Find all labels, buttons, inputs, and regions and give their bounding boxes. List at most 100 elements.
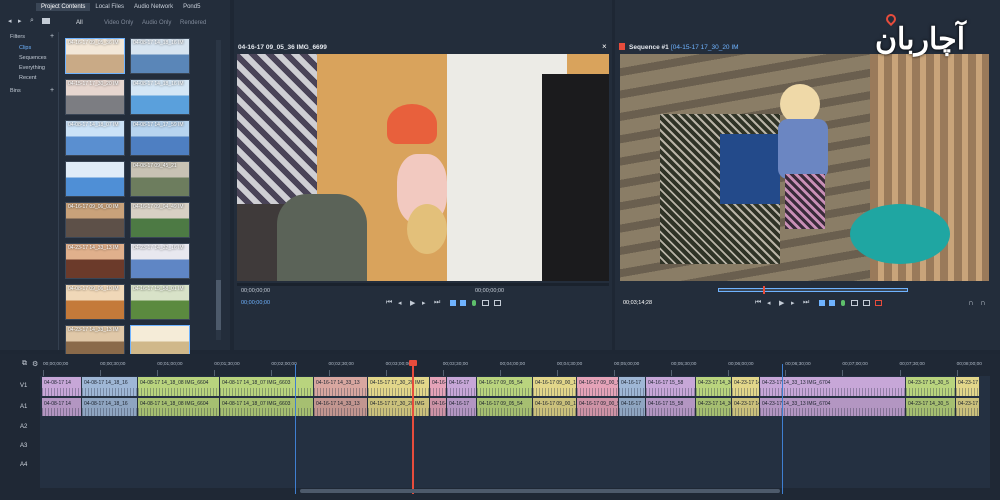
filter-clips[interactable]: Clips (19, 45, 31, 51)
audio-icon[interactable] (841, 300, 845, 306)
in-marker[interactable] (295, 364, 296, 494)
clip-thumbnail[interactable]: 04-08-17 14_18_16 IM (130, 79, 190, 115)
clip-thumbnail[interactable]: 04-15-17 17_30_20 IM (65, 79, 125, 115)
timeline-clip-v1[interactable]: 04-15-17 17_30_20 IMG (368, 377, 430, 396)
filter-everything[interactable]: Everything (19, 65, 45, 71)
timeline-clip-a1[interactable]: 04-16-17 09_00_17 (533, 398, 577, 416)
filter-video-only[interactable]: Video Only (104, 20, 133, 26)
audio-monitor-icon[interactable]: ∩ (980, 298, 986, 307)
audio-icon[interactable] (472, 300, 476, 306)
filter-all[interactable]: All (76, 20, 83, 26)
timeline-clip-a1[interactable]: 04-16-17 09_05_54 (477, 398, 533, 416)
play-reverse-icon[interactable]: ◂ (767, 299, 771, 307)
source-current-tc[interactable]: 00;00;00;00 (241, 300, 270, 306)
overwrite-icon[interactable] (494, 300, 501, 306)
insert-icon[interactable] (482, 300, 489, 306)
playhead-handle[interactable] (409, 360, 417, 366)
timeline-clip-v1[interactable]: 04-16-17 09_00_17 (533, 377, 577, 396)
timeline-clip-a1[interactable]: 04-08-17 14_18_07 IMG_6603 (220, 398, 314, 416)
export-icon[interactable] (875, 300, 882, 306)
clip-thumbnail[interactable]: 04-16-17 09_05_36 IM (65, 38, 125, 74)
fast-forward-icon[interactable]: ⏭ (434, 299, 440, 307)
add-bin-icon[interactable]: + (50, 87, 54, 94)
timeline-clip-v1[interactable]: 04-23-17 14_30_5 (906, 377, 956, 396)
tab-local-files[interactable]: Local Files (90, 3, 129, 11)
timeline-settings-icon[interactable]: ⚙ (32, 360, 38, 368)
search-icon[interactable]: ⌕ (30, 17, 34, 25)
timeline-clip-a1[interactable]: 04-23-17 14_30_54 (696, 398, 732, 416)
timeline-clip-v1[interactable]: 04-08-17 14 (42, 377, 82, 396)
extract-icon[interactable] (863, 300, 870, 306)
timeline-clip-a1[interactable]: 04-08-17 14 (42, 398, 82, 416)
tab-audio-network[interactable]: Audio Network (129, 3, 178, 11)
filter-sequences[interactable]: Sequences (19, 55, 47, 61)
tab-pond5[interactable]: Pond5 (178, 3, 205, 11)
add-filter-icon[interactable]: + (50, 33, 54, 40)
mark-in-icon[interactable] (450, 300, 456, 306)
record-current-tc[interactable]: 00;03;14;28 (623, 300, 652, 306)
track-label-a3[interactable]: A3 (20, 443, 27, 449)
clip-thumbnail[interactable]: 04-08-17 14_18_16 IM (130, 38, 190, 74)
play-icon[interactable]: ▶ (779, 299, 784, 307)
mark-out-icon[interactable] (829, 300, 835, 306)
step-back-icon[interactable]: ⏮ (755, 299, 761, 307)
timeline-clip-a1[interactable]: 04-16-17 (447, 398, 477, 416)
track-label-a4[interactable]: A4 (20, 462, 27, 468)
record-scrub-bar[interactable] (718, 288, 908, 292)
timeline-clip-v1[interactable]: 04-16-17 (619, 377, 646, 396)
timeline-clip-v1[interactable]: 04-16-17 15_58 (646, 377, 696, 396)
clip-thumbnail[interactable]: 04-16-17 15_58_01 IM (130, 284, 190, 320)
timeline-clip-v1[interactable]: 04-16-17 09_00_53 (577, 377, 619, 396)
clip-thumbnail[interactable]: 04-16-17 09_04_49 IM (130, 202, 190, 238)
filter-recent[interactable]: Recent (19, 75, 36, 81)
timeline-clip-a1[interactable]: 04-15-17 17_30_20 IMG (368, 398, 430, 416)
step-back-icon[interactable]: ⏮ (386, 299, 392, 307)
clip-thumbnail[interactable]: 04-16-17 09_06_00 IM (65, 202, 125, 238)
timeline-clip-v1[interactable]: 04-16-17 (447, 377, 477, 396)
timeline-clip-a1[interactable]: 04-16-17 09_00_53 (577, 398, 619, 416)
timeline-clip-a1[interactable]: 04-23-17 14 (732, 398, 760, 416)
clip-thumbnail[interactable]: 04-08-17 14_18_07 IM (65, 120, 125, 156)
filter-rendered[interactable]: Rendered (180, 20, 206, 26)
timeline-scrollbar[interactable] (300, 489, 780, 493)
timeline-clip-a1[interactable]: 04-16-17 09_00_54 (430, 398, 447, 416)
step-forward-icon[interactable]: ▸ (422, 299, 426, 307)
timeline-clip-a1[interactable]: 04-08-17 14_18_16 (82, 398, 138, 416)
timeline-tool-icon[interactable]: ⧉ (22, 360, 27, 368)
source-scrub-bar[interactable] (237, 283, 609, 286)
timeline-clip-v1[interactable]: 04-16-17 09_00_54 (430, 377, 447, 396)
view-toggle-icon[interactable] (42, 18, 50, 24)
close-icon[interactable]: × (602, 42, 607, 51)
timeline-clip-a1[interactable]: 04-16-17 15_58 (646, 398, 696, 416)
filter-audio-only[interactable]: Audio Only (142, 20, 171, 26)
timeline-clip-v1[interactable]: 04-23-17 14_30_54 (696, 377, 732, 396)
clip-thumbnail[interactable]: 04-23-17 14_33_13 IM (65, 243, 125, 279)
library-scroll-thumb[interactable] (216, 280, 221, 330)
playhead[interactable] (412, 362, 414, 494)
out-marker[interactable] (782, 364, 783, 494)
forward-icon[interactable]: ▸ (18, 17, 22, 25)
timeline-clip-v1[interactable]: 04-08-17 14_18_16 (82, 377, 138, 396)
lift-icon[interactable] (851, 300, 858, 306)
track-label-a1[interactable]: A1 (20, 404, 27, 410)
timeline-clip-v1[interactable]: 04-08-17 14_18_07 IMG_6603 (220, 377, 314, 396)
record-playhead-marker[interactable] (763, 286, 765, 294)
timeline-clip-v1[interactable]: 04-23-17 (956, 377, 980, 396)
step-forward-icon[interactable]: ▸ (791, 299, 795, 307)
track-label-v1[interactable]: V1 (20, 383, 27, 389)
clip-thumbnail[interactable]: 04-08-17 09_06_10 IM (65, 284, 125, 320)
timeline-clip-v1[interactable]: 04-16-17 14_33_13 (314, 377, 368, 396)
mark-in-icon[interactable] (819, 300, 825, 306)
timeline-clip-a1[interactable]: 04-23-17 (956, 398, 980, 416)
trim-mode-icon[interactable]: ∩ (968, 298, 974, 307)
timeline-clip-a1[interactable]: 04-08-17 14_18_08 IMG_6604 (138, 398, 220, 416)
timeline-clip-a1[interactable]: 04-16-17 14_33_13 (314, 398, 368, 416)
mark-out-icon[interactable] (460, 300, 466, 306)
timeline-clip-a1[interactable]: 04-16-17 (619, 398, 646, 416)
clip-thumbnail[interactable]: 04-08-17 09_45_21 (130, 161, 190, 197)
play-icon[interactable]: ▶ (410, 299, 415, 307)
clip-thumbnail[interactable]: 04-23-17 14_32_16 IM (130, 243, 190, 279)
play-reverse-icon[interactable]: ◂ (398, 299, 402, 307)
clip-thumbnail[interactable]: 04-08-17 14_17_59 IM (130, 120, 190, 156)
timeline-clip-v1[interactable]: 04-16-17 09_05_54 (477, 377, 533, 396)
